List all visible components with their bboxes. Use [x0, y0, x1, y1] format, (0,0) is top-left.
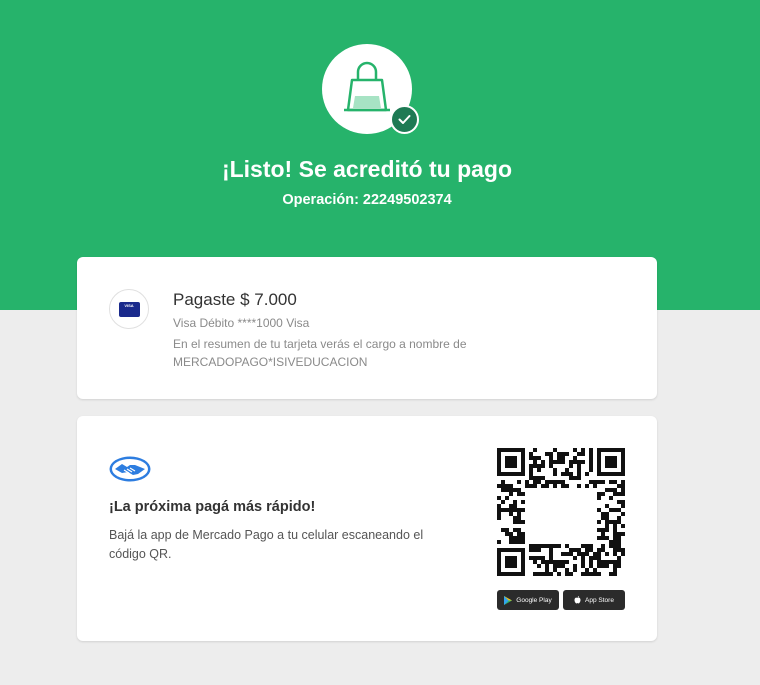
paid-amount: Pagaste $ 7.000	[173, 290, 297, 309]
check-icon	[398, 115, 411, 124]
mercado-pago-logo-icon	[109, 456, 151, 482]
app-promo-title: ¡La próxima pagá más rápido!	[109, 499, 316, 515]
success-check-badge	[390, 105, 419, 134]
card-brand-label: VISA	[124, 302, 134, 308]
google-play-icon	[504, 595, 513, 605]
app-store-button[interactable]: App Store	[563, 590, 625, 610]
app-store-label: App Store	[585, 596, 614, 604]
operation-number: Operación: 22249502374	[282, 192, 452, 208]
apple-icon	[574, 596, 581, 604]
qr-code-icon	[497, 448, 625, 576]
app-promo-card: ¡La próxima pagá más rápido! Bajá la app…	[77, 416, 657, 641]
card-logo: VISA	[109, 289, 149, 329]
shopping-bag-icon	[344, 61, 390, 112]
visa-card-icon: VISA	[118, 301, 140, 317]
payment-summary-card: VISA Pagaste $ 7.000 Visa Débito ****100…	[77, 257, 657, 399]
google-play-label: Google Play	[516, 596, 552, 604]
page-title: ¡Listo! Se acreditó tu pago	[221, 156, 513, 182]
app-promo-description: Bajá la app de Mercado Pago a tu celular…	[109, 528, 424, 561]
statement-notice: En el resumen de tu tarjeta verás el car…	[173, 337, 467, 369]
google-play-button[interactable]: Google Play	[497, 590, 559, 610]
card-detail: Visa Débito ****1000 Visa	[173, 316, 310, 330]
